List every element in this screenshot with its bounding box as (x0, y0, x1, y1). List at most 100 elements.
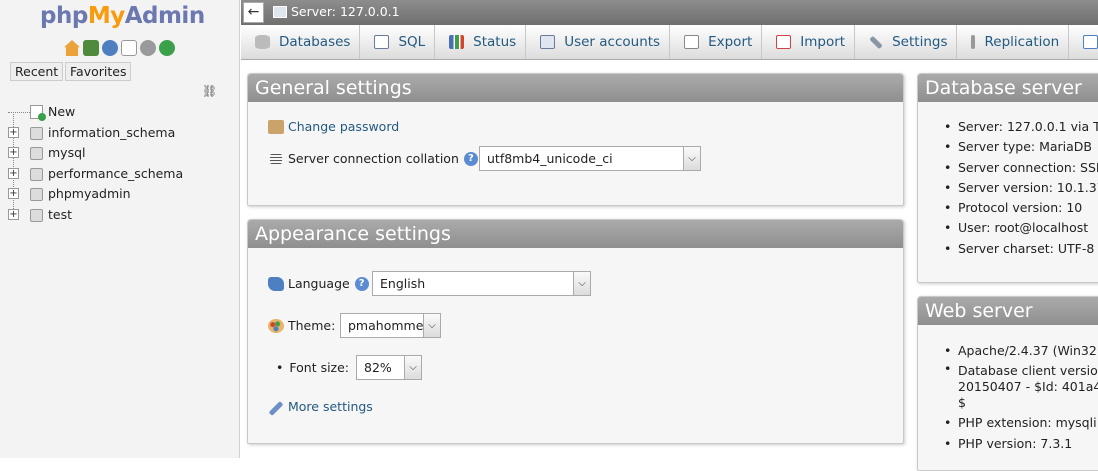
database-icon (30, 147, 43, 161)
tab-import[interactable]: Import (762, 25, 856, 59)
help-icon[interactable]: ? (354, 276, 369, 291)
language-icon (268, 276, 284, 291)
tree-item-mysql[interactable]: + mysql (8, 143, 183, 164)
bullet: • (276, 360, 284, 375)
tab-variables[interactable]: V (1069, 25, 1098, 59)
export-icon (684, 35, 700, 49)
logo-php: php (40, 3, 88, 29)
server-icon (273, 5, 287, 18)
help-icon[interactable] (102, 40, 118, 56)
import-icon (776, 35, 792, 49)
tree-item-new[interactable]: New (8, 102, 183, 123)
general-settings-panel: General settings (247, 73, 904, 206)
collation-select[interactable]: utf8mb4_unicode_ci ⌵ (479, 146, 701, 171)
tab-label: Replication (984, 34, 1060, 50)
panel-title: Appearance settings (248, 220, 903, 248)
tree-item-label[interactable]: New (48, 104, 75, 119)
theme-select[interactable]: pmahomme ⌵ (340, 313, 441, 338)
tab-settings[interactable]: Settings (855, 25, 958, 59)
tab-export[interactable]: Export (670, 25, 763, 59)
expand-icon[interactable]: + (8, 147, 19, 159)
font-size-select[interactable]: 82% ⌵ (356, 355, 422, 380)
tab-label: User accounts (564, 34, 661, 50)
link-with-main-panel-icon[interactable]: ⛓ (202, 84, 217, 98)
font-size-label: Font size: (289, 360, 350, 375)
tab-label: SQL (398, 34, 426, 50)
collapse-nav-button[interactable]: ← (243, 2, 264, 23)
theme-label: Theme: (288, 318, 336, 333)
font-size-row: • Font size: (276, 360, 349, 375)
expand-icon[interactable]: + (8, 188, 19, 200)
collation-select-value: utf8mb4_unicode_ci (487, 151, 613, 166)
tree-item-label[interactable]: performance_schema (48, 166, 183, 181)
tab-databases[interactable]: Databases (241, 25, 361, 59)
top-breadcrumb-bar: ← Server: 127.0.0.1 (241, 0, 1098, 25)
expand-icon[interactable]: + (8, 167, 19, 179)
database-icon (30, 208, 43, 222)
language-row: Language ? (268, 276, 375, 291)
new-database-icon (30, 105, 46, 121)
list-item: Apache/2.4.37 (Win32) O (940, 341, 1098, 361)
tab-replication[interactable]: Replication (957, 25, 1070, 59)
favorites-tab[interactable]: Favorites (65, 62, 132, 81)
wrench-icon (268, 401, 284, 416)
theme-palette-icon (268, 318, 284, 333)
password-icon (268, 119, 284, 134)
nav-icon-bar (64, 40, 175, 56)
chevron-down-icon[interactable]: ⌵ (423, 314, 440, 337)
logo-my: My (87, 3, 125, 29)
theme-row: Theme: (268, 318, 335, 333)
logout-icon[interactable] (83, 40, 99, 56)
tab-sql[interactable]: SQL (360, 25, 436, 59)
more-settings-row[interactable]: More settings (268, 399, 373, 416)
tree-item-label[interactable]: mysql (48, 145, 86, 160)
language-label: Language (288, 276, 350, 291)
server-breadcrumb[interactable]: Server: 127.0.0.1 (273, 4, 400, 19)
gear-icon[interactable] (140, 40, 156, 56)
web-server-info-list: Apache/2.4.37 (Win32) O Database client … (940, 341, 1098, 454)
expand-icon[interactable]: + (8, 208, 19, 220)
list-item-line: $ (958, 395, 966, 411)
reload-icon[interactable] (159, 40, 175, 56)
language-select-value: English (380, 276, 426, 291)
chevron-down-icon[interactable]: ⌵ (683, 147, 700, 170)
tab-status[interactable]: Status (435, 25, 527, 59)
list-item-line: 20150407 - $Id: 401a40e (958, 379, 1098, 395)
server-breadcrumb-label[interactable]: Server: 127.0.0.1 (291, 4, 400, 19)
chevron-down-icon[interactable]: ⌵ (404, 356, 421, 379)
tree-item-phpmyadmin[interactable]: + phpmyadmin (8, 184, 183, 205)
change-password-link[interactable]: Change password (288, 119, 399, 134)
tree-item-label[interactable]: test (48, 207, 72, 222)
documentation-icon[interactable] (121, 40, 137, 56)
tab-label: Status (473, 34, 517, 50)
list-item: Server type: MariaDB (940, 137, 1098, 157)
list-item: Server version: 10.1.37-M (940, 178, 1098, 198)
language-select[interactable]: English ⌵ (372, 271, 591, 296)
tree-item-information-schema[interactable]: + information_schema (8, 123, 183, 144)
more-settings-link[interactable]: More settings (288, 399, 373, 414)
chevron-down-icon[interactable]: ⌵ (573, 272, 590, 295)
tree-item-label[interactable]: information_schema (48, 125, 175, 140)
navigation-panel: phpMyAdmin Recent Favorites ⛓ New + info… (0, 0, 240, 458)
collation-icon (270, 153, 282, 164)
tab-label: Export (708, 34, 753, 50)
database-icon (30, 126, 43, 140)
list-item: Server charset: UTF-8 U (940, 239, 1098, 259)
home-icon[interactable] (64, 40, 80, 56)
tab-label: Databases (279, 34, 351, 50)
phpmyadmin-logo[interactable]: phpMyAdmin (40, 3, 205, 29)
tree-item-test[interactable]: + test (8, 205, 183, 226)
tab-user-accounts[interactable]: User accounts (526, 25, 671, 59)
list-item: Protocol version: 10 (940, 198, 1098, 218)
recent-tab[interactable]: Recent (10, 62, 64, 81)
help-icon[interactable]: ? (463, 151, 478, 166)
sql-icon (374, 35, 390, 49)
expand-icon[interactable]: + (8, 126, 19, 138)
list-item: User: root@localhost (940, 218, 1098, 238)
variables-icon (1083, 35, 1098, 49)
change-password-row[interactable]: Change password (268, 119, 399, 134)
database-icon (255, 35, 270, 49)
database-icon (30, 167, 43, 181)
tree-item-label[interactable]: phpmyadmin (48, 186, 131, 201)
tree-item-performance-schema[interactable]: + performance_schema (8, 164, 183, 185)
